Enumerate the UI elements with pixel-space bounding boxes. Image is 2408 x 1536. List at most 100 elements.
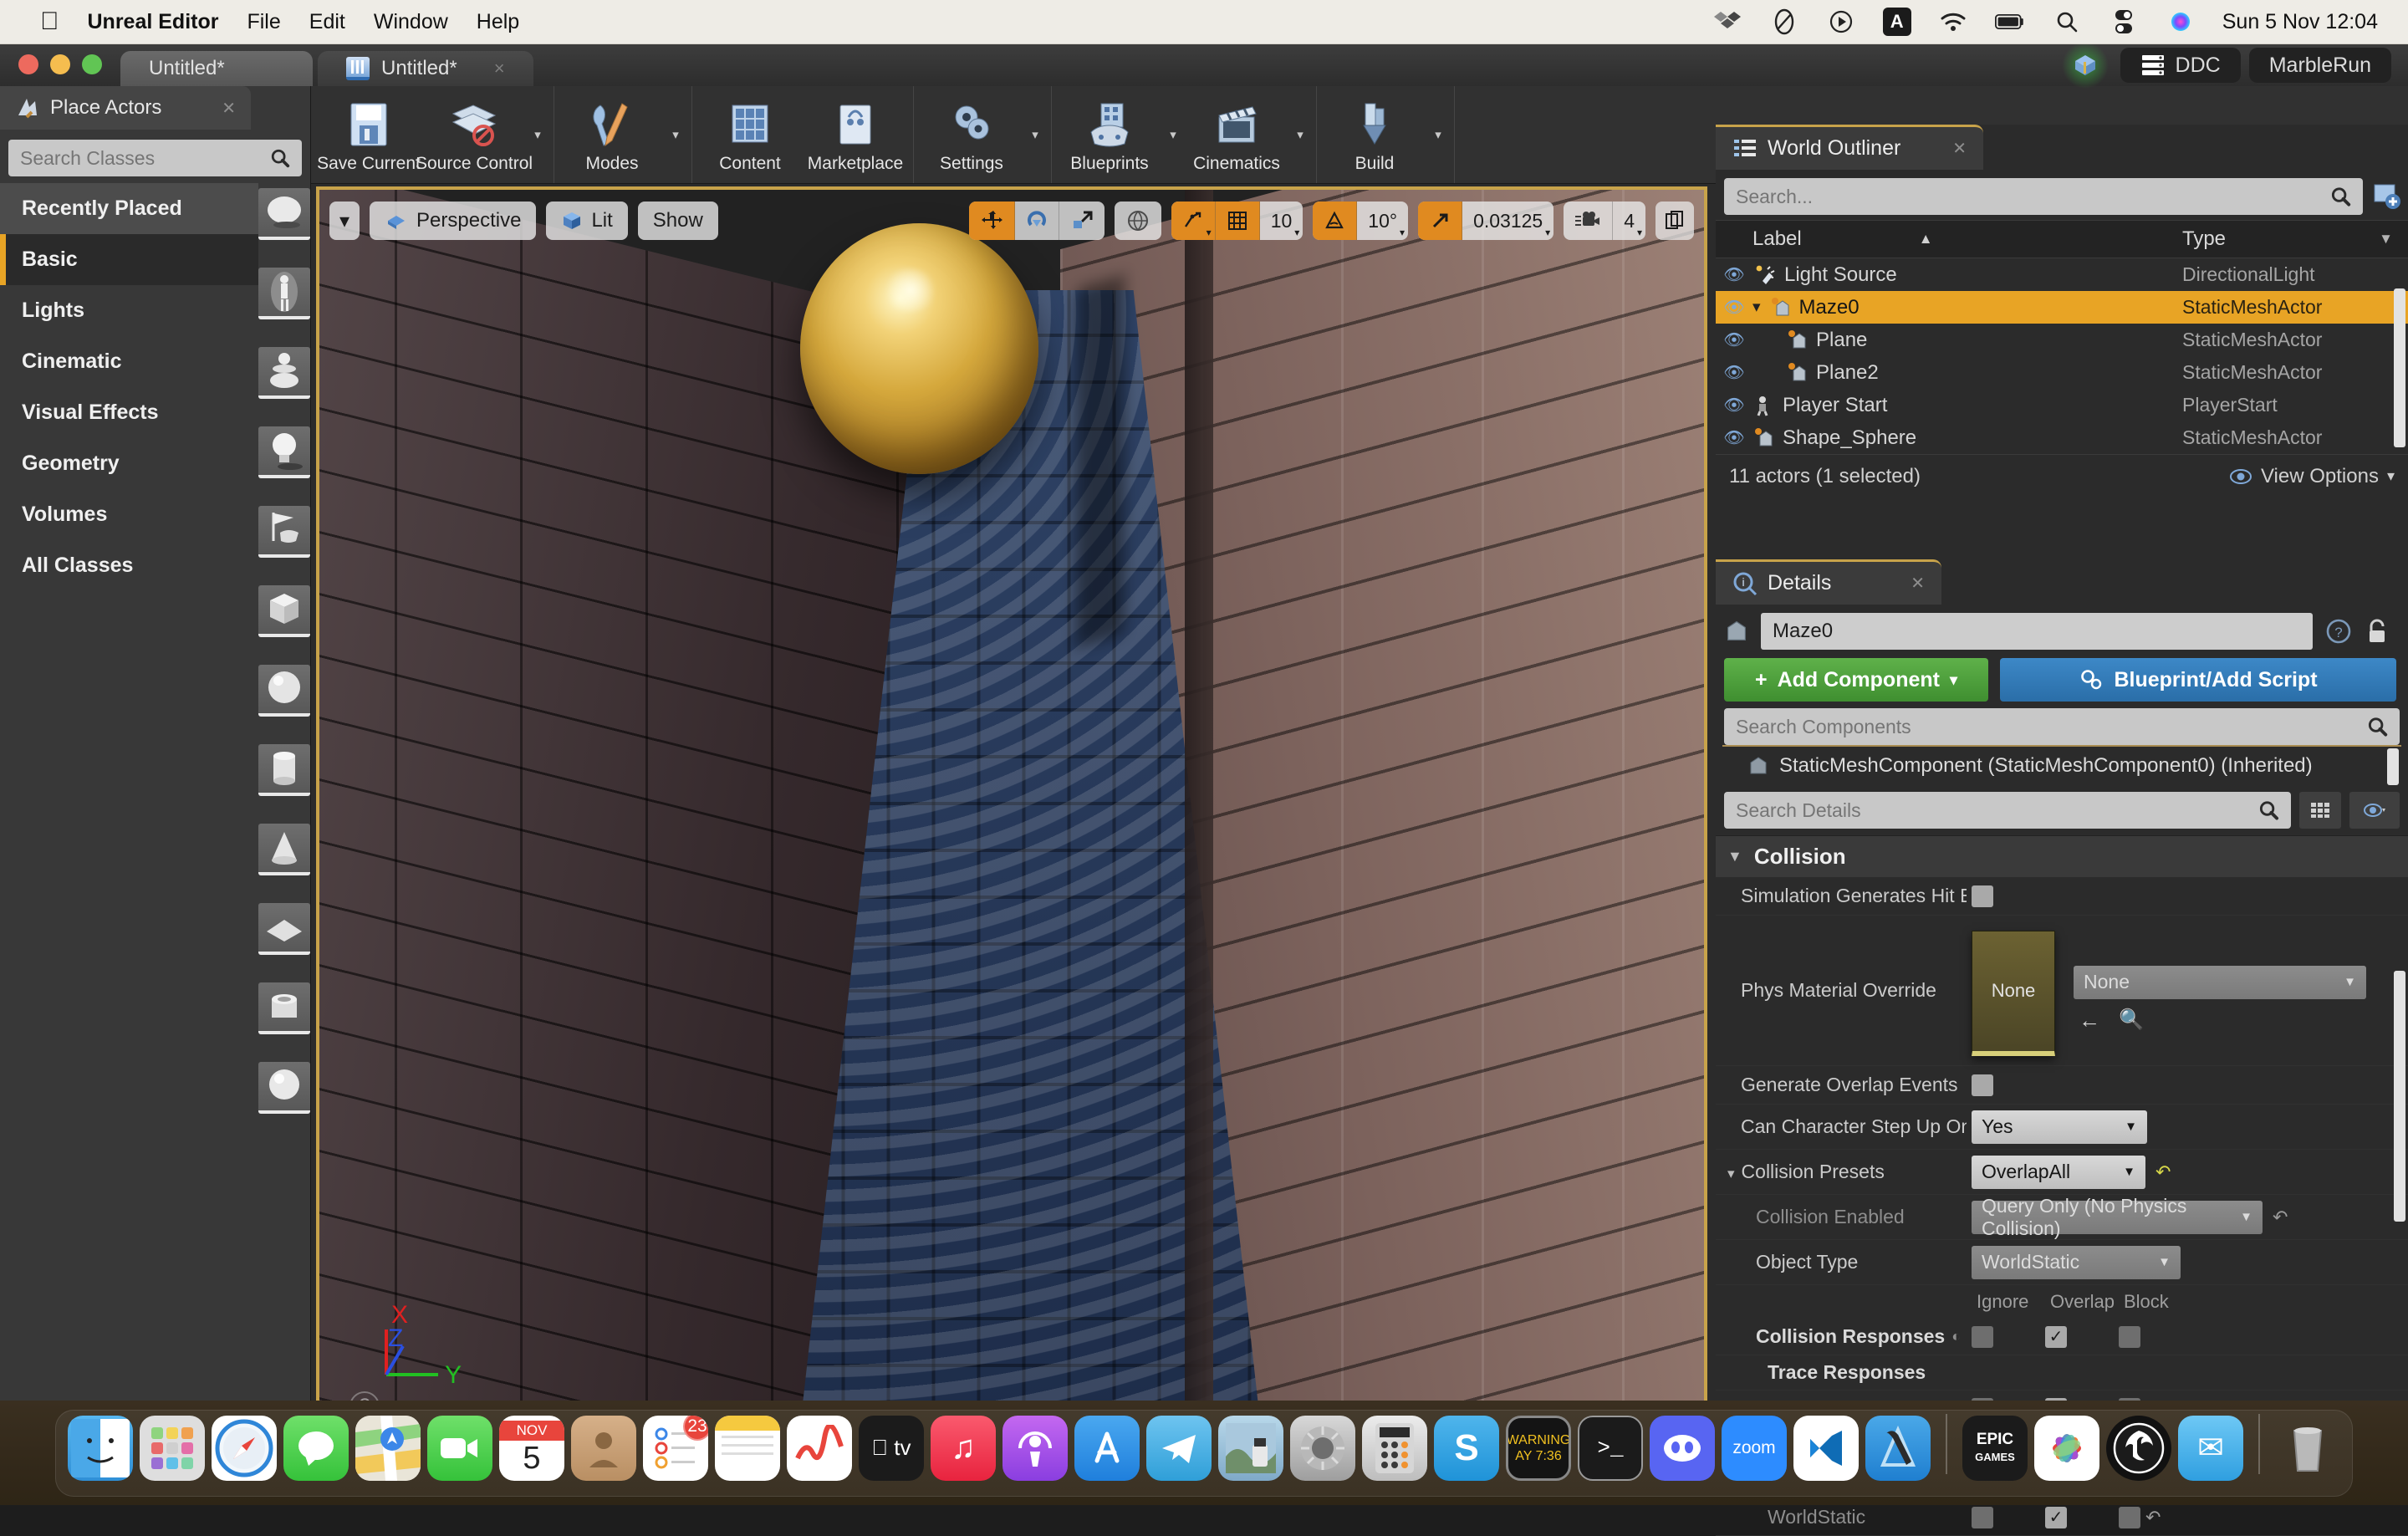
menu-help[interactable]: Help xyxy=(477,10,519,34)
dock-apple-tv[interactable]:  tv xyxy=(859,1416,924,1481)
worldstatic-ignore-checkbox[interactable] xyxy=(1972,1507,1993,1528)
simulation-hit-events-checkbox[interactable] xyxy=(1972,885,1993,907)
dock-skype[interactable]: S xyxy=(1434,1416,1499,1481)
apple-logo-icon[interactable]:  xyxy=(40,9,59,34)
chevron-down-icon[interactable]: ▾ xyxy=(1637,227,1642,238)
category-visual-effects[interactable]: Visual Effects xyxy=(0,387,258,438)
eye-icon[interactable] xyxy=(2349,792,2400,829)
dock-podcasts[interactable] xyxy=(1002,1416,1068,1481)
rotate-gizmo-icon[interactable] xyxy=(1015,202,1059,240)
surface-snap-icon[interactable]: ▾ xyxy=(1171,202,1216,240)
search-details-field[interactable] xyxy=(1724,792,2291,829)
view-mode-button[interactable]: Lit xyxy=(546,202,627,240)
category-volumes[interactable]: Volumes xyxy=(0,489,258,540)
revert-to-default-icon[interactable]: ↶ xyxy=(2155,1161,2171,1183)
component-list-scrollbar[interactable] xyxy=(2387,748,2399,785)
category-basic[interactable]: Basic xyxy=(0,234,258,285)
source-control-button[interactable]: Source Control xyxy=(421,86,527,183)
search-icon[interactable] xyxy=(2052,8,2082,35)
dock-maps[interactable] xyxy=(355,1416,421,1481)
character-thumb[interactable] xyxy=(258,268,310,319)
play-circle-icon[interactable] xyxy=(1826,8,1856,35)
close-icon[interactable]: ✕ xyxy=(1952,138,1967,159)
dock-epic-games[interactable]: EPIC GAMES xyxy=(1962,1416,2028,1481)
tube-thumb[interactable] xyxy=(258,982,310,1034)
place-actors-tab[interactable]: Place Actors ✕ xyxy=(0,86,251,130)
rotation-snap-icon[interactable] xyxy=(1313,202,1357,240)
camera-speed-value[interactable]: 4 ▾ xyxy=(1613,202,1645,240)
close-tab-icon[interactable]: × xyxy=(457,58,505,79)
search-classes-field[interactable] xyxy=(8,140,302,176)
dock-system-preferences[interactable] xyxy=(1290,1416,1355,1481)
collision-responses-block-checkbox[interactable] xyxy=(2119,1326,2140,1348)
collision-responses-overlap-checkbox[interactable]: ✓ xyxy=(2045,1326,2067,1348)
dock-launchpad[interactable] xyxy=(140,1416,205,1481)
settings-caret-icon[interactable]: ▾ xyxy=(1024,86,1046,183)
wifi-icon[interactable] xyxy=(1938,8,1968,35)
phys-material-thumbnail[interactable]: None xyxy=(1972,931,2055,1056)
help-circle-icon[interactable]: ? xyxy=(2324,617,2353,646)
outliner-column-type[interactable]: Type xyxy=(2182,227,2226,251)
expander-icon[interactable]: ▾ xyxy=(1752,298,1761,317)
chevron-down-icon[interactable]: ▾ xyxy=(1294,227,1299,238)
generate-overlap-events-checkbox[interactable] xyxy=(1972,1074,1993,1096)
menu-edit[interactable]: Edit xyxy=(309,10,345,34)
dock-photos[interactable] xyxy=(2034,1416,2099,1481)
dropbox-icon[interactable] xyxy=(1712,8,1742,35)
camera-perspective-button[interactable]: Perspective xyxy=(370,202,536,240)
marble-sphere-actor[interactable] xyxy=(800,223,1038,474)
close-icon[interactable]: ✕ xyxy=(222,98,236,119)
dock-watch-warning[interactable]: WARNING AY 7:36 xyxy=(1506,1416,1571,1481)
dock-calculator[interactable] xyxy=(1362,1416,1427,1481)
project-name-button[interactable]: MarbleRun xyxy=(2249,48,2391,83)
can-character-step-up-dropdown[interactable]: Yes ▼ xyxy=(1972,1110,2147,1144)
show-flags-button[interactable]: Show xyxy=(638,202,718,240)
details-scrollbar[interactable] xyxy=(2394,971,2405,1222)
view-options-button[interactable]: View Options ▾ xyxy=(2229,465,2395,488)
translate-gizmo-icon[interactable] xyxy=(969,202,1015,240)
dock-trash[interactable] xyxy=(2275,1416,2340,1481)
dock-discord[interactable] xyxy=(1650,1416,1715,1481)
cinematics-caret-icon[interactable]: ▾ xyxy=(1289,86,1311,183)
worldstatic-block-checkbox[interactable] xyxy=(2119,1507,2140,1528)
visibility-eye-icon[interactable]: 👁 xyxy=(1716,264,1752,285)
dock-finder[interactable] xyxy=(68,1416,133,1481)
outliner-row-plane2[interactable]: 👁 Plane2 StaticMeshActor xyxy=(1716,356,2408,389)
build-caret-icon[interactable]: ▾ xyxy=(1427,86,1449,183)
window-tab-1[interactable]: Untitled* xyxy=(120,51,313,86)
visibility-eye-icon[interactable]: 👁 xyxy=(1716,395,1752,416)
cube-thumb[interactable] xyxy=(258,585,310,637)
pawn-thumb[interactable] xyxy=(258,347,310,399)
ddc-button[interactable]: DDC xyxy=(2120,48,2241,83)
viewport-3d-scene[interactable] xyxy=(319,190,1704,1442)
modes-button[interactable]: Modes xyxy=(559,86,665,183)
blueprints-button[interactable]: Blueprints xyxy=(1057,86,1162,183)
category-lights[interactable]: Lights xyxy=(0,285,258,336)
dock-terminal[interactable]: >_ xyxy=(1578,1416,1643,1481)
dock-vscode[interactable] xyxy=(1793,1416,1859,1481)
collision-responses-ignore-checkbox[interactable] xyxy=(1972,1326,1993,1348)
dock-calendar[interactable]: NOV 5 xyxy=(499,1416,564,1481)
category-cinematic[interactable]: Cinematic xyxy=(0,336,258,387)
maximize-window-button[interactable] xyxy=(82,54,102,74)
sphere2-thumb[interactable] xyxy=(258,665,310,717)
search-components-field[interactable] xyxy=(1724,708,2400,745)
dock-messages[interactable] xyxy=(283,1416,349,1481)
visibility-eye-icon[interactable]: 👁 xyxy=(1716,362,1752,383)
collision-presets-dropdown[interactable]: OverlapAll ▼ xyxy=(1972,1156,2145,1189)
ellipse-icon[interactable] xyxy=(1769,8,1799,35)
unlock-icon[interactable] xyxy=(2365,617,2390,646)
close-icon[interactable]: ✕ xyxy=(1911,573,1925,594)
light-thumb[interactable] xyxy=(258,426,310,478)
dock-unreal-engine[interactable] xyxy=(2106,1416,2171,1481)
blueprint-add-script-button[interactable]: Blueprint/Add Script xyxy=(2000,658,2396,702)
minimize-window-button[interactable] xyxy=(50,54,70,74)
window-tab-2[interactable]: Untitled* × xyxy=(318,51,533,86)
dock-reminders[interactable]: 23 xyxy=(643,1416,708,1481)
search-details-input[interactable] xyxy=(1736,799,2258,822)
revert-to-default-icon[interactable]: ↶ xyxy=(2145,1507,2161,1528)
close-window-button[interactable] xyxy=(18,54,38,74)
outliner-row-plane[interactable]: 👁 Plane StaticMeshActor xyxy=(1716,324,2408,356)
dock-telegram[interactable] xyxy=(1146,1416,1212,1481)
outliner-search-field[interactable] xyxy=(1724,178,2363,215)
